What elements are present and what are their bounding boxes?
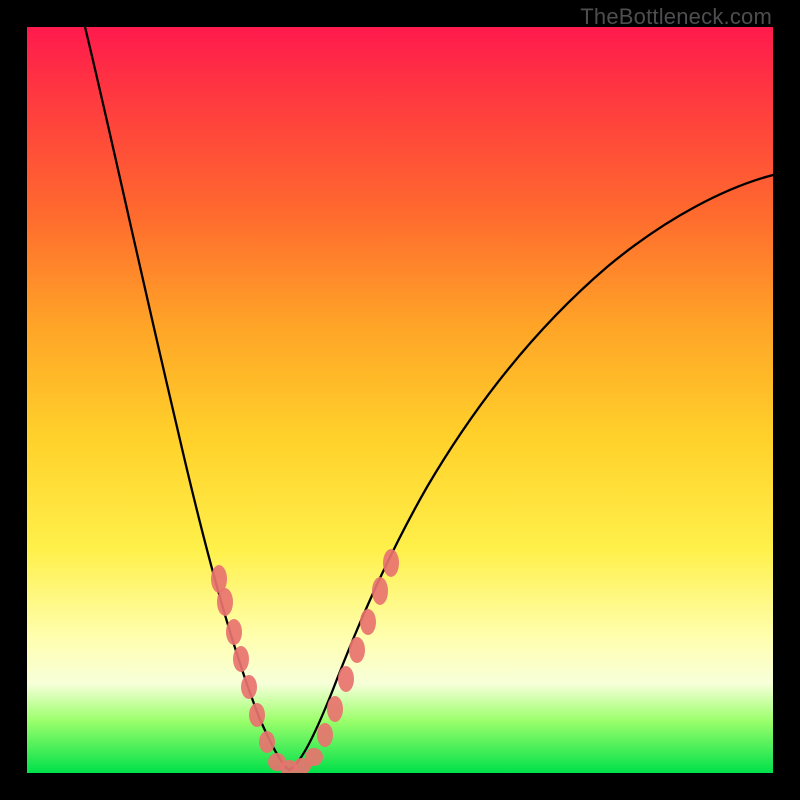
curve-left-branch bbox=[85, 27, 289, 770]
curve-layer bbox=[27, 27, 773, 773]
watermark-text: TheBottleneck.com bbox=[580, 4, 772, 30]
plot-area bbox=[27, 27, 773, 773]
highlight-dots bbox=[211, 549, 399, 773]
chart-frame: TheBottleneck.com bbox=[0, 0, 800, 800]
curve-right-branch bbox=[289, 175, 773, 770]
